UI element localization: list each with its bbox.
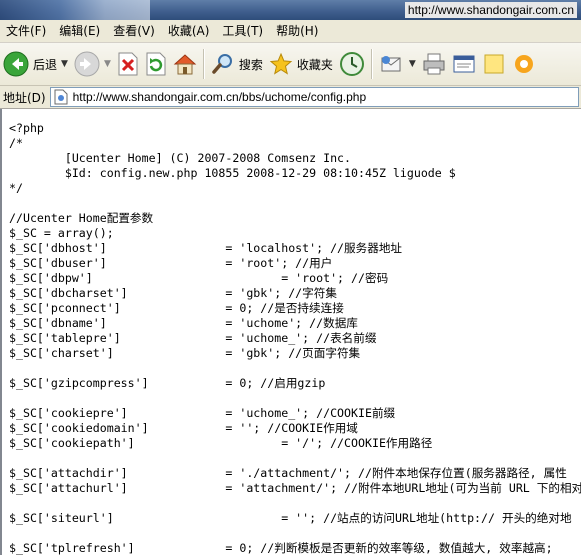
- search-icon: [212, 54, 232, 74]
- forward-button[interactable]: ▼: [71, 45, 114, 83]
- back-label: 后退: [33, 57, 58, 72]
- toolbar-separator: [202, 49, 205, 79]
- menu-tools[interactable]: 工具(T): [216, 20, 270, 42]
- notepad-icon: [484, 54, 504, 74]
- titlebar-decoration: [0, 0, 150, 20]
- home-button[interactable]: [170, 45, 200, 83]
- source-line: */: [9, 181, 23, 195]
- address-bar: 地址(D) http://www.shandongair.com.cn/bbs/…: [0, 86, 581, 109]
- refresh-icon: [146, 52, 166, 76]
- refresh-button[interactable]: [142, 45, 170, 83]
- source-line: $_SC['siteurl'] = ''; //站点的访问URL地址(http:…: [9, 511, 572, 525]
- source-line: $_SC = array();: [9, 226, 114, 240]
- source-line: $_SC['gzipcompress'] = 0; //启用gzip: [9, 376, 326, 390]
- source-line: $_SC['cookiedomain'] = ''; //COOKIE作用域: [9, 421, 358, 435]
- star-icon: [269, 52, 293, 75]
- printer-icon: [423, 53, 445, 75]
- source-line: $_SC['attachdir'] = './attachment/'; //附…: [9, 466, 567, 480]
- history-button[interactable]: [336, 45, 368, 83]
- mail-dropdown-icon[interactable]: ▼: [409, 59, 416, 69]
- source-line: $_SC['tablepre'] = 'uchome_'; //表名前缀: [9, 331, 377, 345]
- source-line: $_SC['cookiepre'] = 'uchome_'; //COOKIE前…: [9, 406, 396, 420]
- source-line: $_SC['charset'] = 'gbk'; //页面字符集: [9, 346, 361, 360]
- source-line: [Ucenter Home] (C) 2007-2008 Comsenz Inc…: [9, 151, 352, 165]
- messenger-button[interactable]: [509, 45, 539, 83]
- document-view[interactable]: <?php /* [Ucenter Home] (C) 2007-2008 Co…: [0, 109, 581, 555]
- source-line: $_SC['pconnect'] = 0; //是否持续连接: [9, 301, 344, 315]
- menu-edit[interactable]: 编辑(E): [53, 20, 107, 42]
- menu-help[interactable]: 帮助(H): [270, 20, 325, 42]
- search-label: 搜索: [238, 57, 263, 72]
- window-titlebar: http://www.shandongair.com.cn: [0, 0, 581, 20]
- source-line: $_SC['dbuser'] = 'root'; //用户: [9, 256, 333, 270]
- menu-file[interactable]: 文件(F): [0, 20, 53, 42]
- favorites-label: 收藏夹: [296, 57, 333, 72]
- stop-button[interactable]: [114, 45, 142, 83]
- mail-button[interactable]: ▼: [376, 45, 419, 83]
- back-button[interactable]: 后退 ▼: [0, 45, 71, 83]
- source-line: $_SC['dbpw'] = 'root'; //密码: [9, 271, 389, 285]
- address-input[interactable]: http://www.shandongair.com.cn/bbs/uchome…: [49, 87, 579, 107]
- stop-icon: [118, 52, 138, 76]
- menu-view[interactable]: 查看(V): [107, 20, 162, 42]
- source-text: <?php /* [Ucenter Home] (C) 2007-2008 Co…: [2, 109, 581, 555]
- source-line: $_SC['tplrefresh'] = 0; //判断模板是否更新的效率等级,…: [9, 541, 553, 555]
- source-line: <?php: [9, 121, 44, 135]
- source-line: $_SC['dbname'] = 'uchome'; //数据库: [9, 316, 358, 330]
- history-icon: [339, 52, 364, 76]
- source-line: $_SC['dbhost'] = 'localhost'; //服务器地址: [9, 241, 403, 255]
- source-line: $Id: config.new.php 10855 2008-12-29 08:…: [9, 166, 456, 180]
- messenger-icon: [514, 55, 533, 73]
- favorites-button[interactable]: 收藏夹: [266, 45, 336, 83]
- source-line: //Ucenter Home配置参数: [9, 211, 154, 225]
- source-line: /*: [9, 136, 23, 150]
- address-url: http://www.shandongair.com.cn/bbs/uchome…: [72, 90, 367, 104]
- source-line: $_SC['cookiepath'] = '/'; //COOKIE作用路径: [9, 436, 433, 450]
- toolbar-separator: [370, 49, 373, 79]
- forward-arrow-icon: [74, 51, 100, 77]
- standard-toolbar: 后退 ▼ ▼ 搜索 收藏夹 ▼: [0, 43, 581, 86]
- menu-favorites[interactable]: 收藏(A): [162, 20, 217, 42]
- discuss-button[interactable]: [479, 45, 509, 83]
- mail-icon: [381, 56, 401, 72]
- window-title: http://www.shandongair.com.cn: [404, 2, 577, 18]
- source-line: $_SC['attachurl'] = 'attachment/'; //附件本…: [9, 481, 581, 495]
- forward-dropdown-icon[interactable]: ▼: [104, 59, 111, 69]
- back-dropdown-icon[interactable]: ▼: [61, 59, 68, 69]
- edit-button[interactable]: [449, 45, 479, 83]
- menu-bar: 文件(F) 编辑(E) 查看(V) 收藏(A) 工具(T) 帮助(H): [0, 20, 581, 43]
- edit-icon: [453, 55, 475, 73]
- address-label: 地址(D): [3, 90, 46, 105]
- source-line: $_SC['dbcharset'] = 'gbk'; //字符集: [9, 286, 337, 300]
- back-arrow-icon: [3, 51, 29, 77]
- search-button[interactable]: 搜索: [208, 45, 266, 83]
- print-button[interactable]: [419, 45, 449, 83]
- home-icon: [173, 54, 197, 75]
- page-icon: [54, 89, 68, 105]
